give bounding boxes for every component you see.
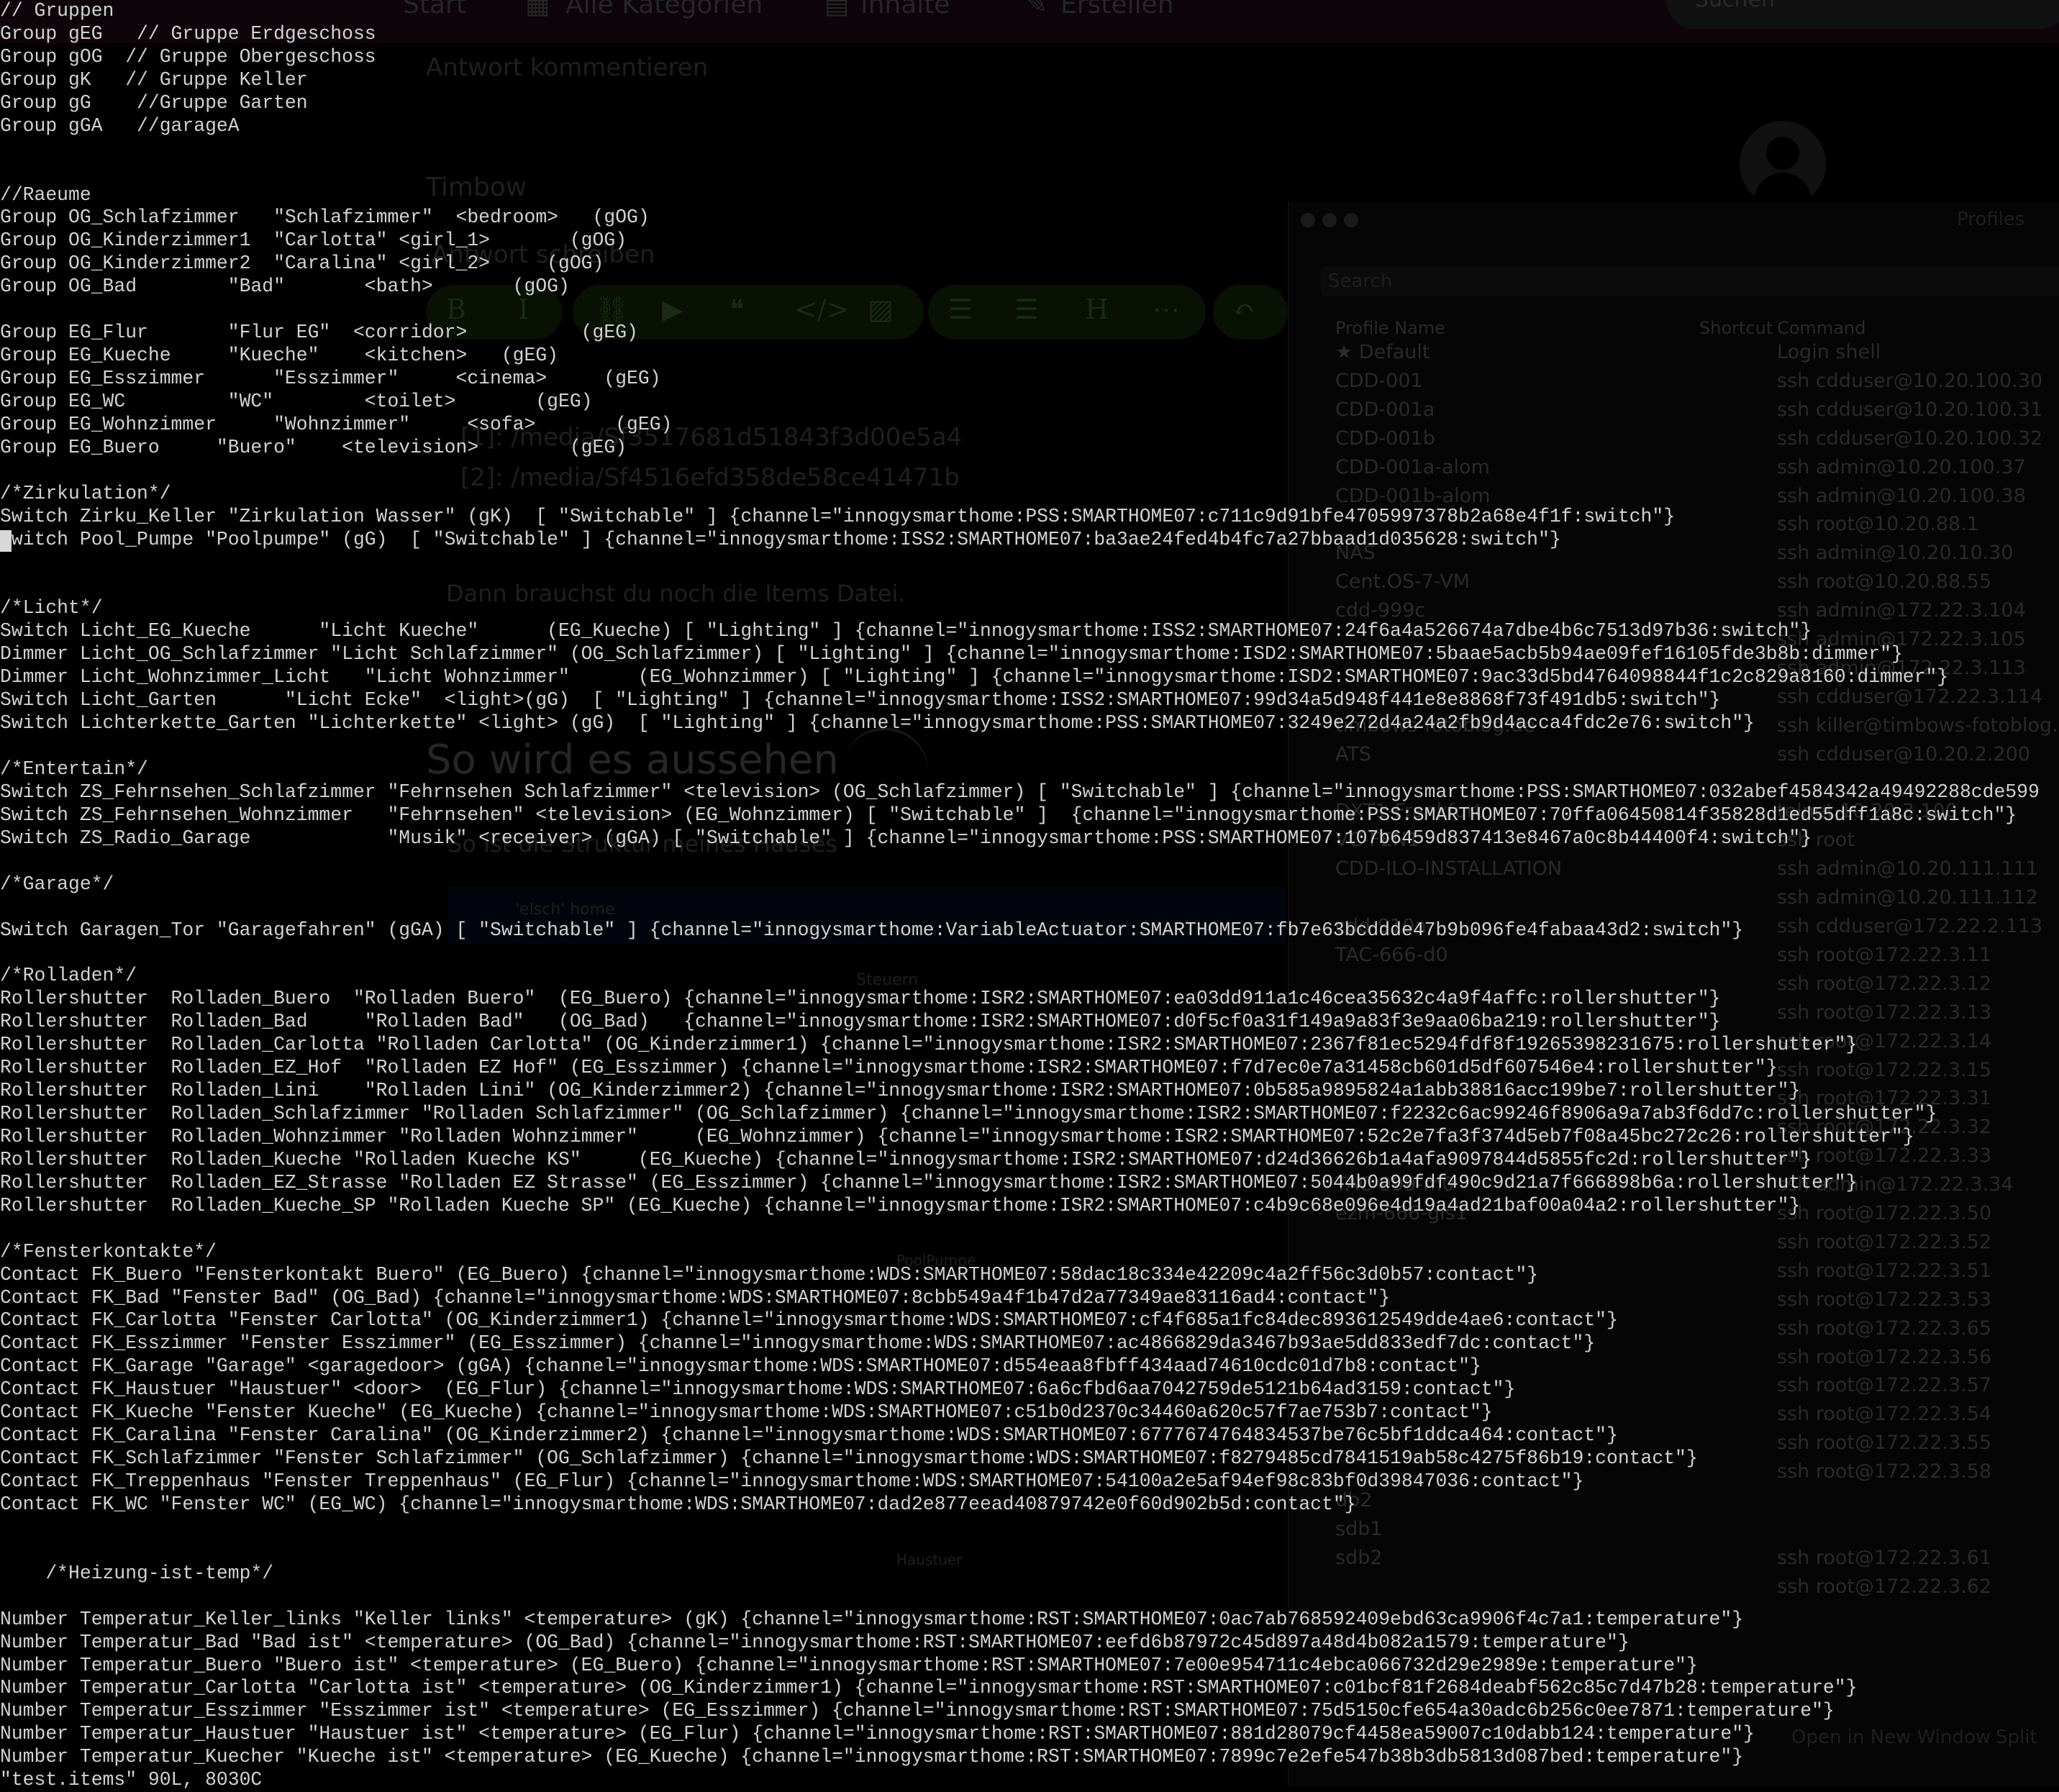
code-line: Number Temperatur_Buero "Buero ist" <tem… bbox=[0, 1654, 1698, 1676]
code-line: Contact FK_Treppenhaus "Fenster Treppenh… bbox=[0, 1470, 1584, 1492]
code-line: Group OG_Bad "Bad" <bath> (gOG) bbox=[0, 276, 570, 298]
code-line: Contact FK_Haustuer "Haustuer" <door> (E… bbox=[0, 1378, 1516, 1401]
code-line: Group gG //Gruppe Garten bbox=[0, 91, 308, 114]
code-line: Switch ZS_Radio_Garage "Musik" <receiver… bbox=[0, 827, 1812, 849]
code-line: Group OG_Schlafzimmer "Schlafzimmer" <be… bbox=[0, 206, 650, 229]
code-line: Contact FK_Carlotta "Fenster Carlotta" (… bbox=[0, 1309, 1618, 1332]
code-line: Group gGA //garageA bbox=[0, 114, 240, 137]
code-line: Number Temperatur_Bad "Bad ist" <tempera… bbox=[0, 1631, 1630, 1653]
code-line: Rollershutter Rolladen_Buero "Rolladen B… bbox=[0, 988, 1721, 1010]
code-line: Group EG_Kueche "Kueche" <kitchen> (gEG) bbox=[0, 345, 559, 367]
code-line: Switch Pool_Pumpe "Poolpumpe" (gG) [ "Sw… bbox=[0, 528, 1561, 550]
code-line: Dimmer Licht_Wohnzimmer_Licht "Licht Woh… bbox=[0, 666, 1949, 688]
code-line: // Gruppen bbox=[0, 0, 114, 22]
code-line: Group OG_Kinderzimmer1 "Carlotta" <girl_… bbox=[0, 229, 627, 252]
code-line: Group OG_Kinderzimmer2 "Caralina" <girl_… bbox=[0, 253, 604, 275]
code-line: Rollershutter Rolladen_EZ_Hof "Rolladen … bbox=[0, 1057, 1778, 1079]
code-line: /*Rolladen*/ bbox=[0, 965, 137, 987]
code-line: Number Temperatur_Kuecher "Kueche ist" <… bbox=[0, 1746, 1744, 1768]
code-line: Contact FK_Esszimmer "Fenster Esszimmer"… bbox=[0, 1332, 1596, 1355]
code-line: Rollershutter Rolladen_Bad "Rolladen Bad… bbox=[0, 1011, 1721, 1033]
code-line: Rollershutter Rolladen_Schlafzimmer "Rol… bbox=[0, 1103, 1937, 1124]
code-line: Switch Zirku_Keller "Zirkulation Wasser"… bbox=[0, 505, 1676, 527]
code-line: Rollershutter Rolladen_Kueche "Rolladen … bbox=[0, 1148, 1812, 1170]
vim-status-line: "test.items" 90L, 8030C bbox=[0, 1769, 263, 1791]
code-line: //Raeume bbox=[0, 183, 91, 206]
code-line: Rollershutter Rolladen_Wohnzimmer "Rolla… bbox=[0, 1125, 1914, 1147]
code-line: /*Licht*/ bbox=[0, 597, 103, 619]
code-line: Number Temperatur_Carlotta "Carlotta ist… bbox=[0, 1677, 1858, 1699]
code-line: Group gK // Gruppe Keller bbox=[0, 68, 308, 91]
code-line: Group EG_WC "WC" <toilet> (gEG) bbox=[0, 390, 593, 412]
code-line: Switch Garagen_Tor "Garagefahren" (gGA) … bbox=[0, 919, 1744, 941]
code-line: Switch ZS_Fehrnsehen_Wohnzimmer "Fehrnse… bbox=[0, 804, 2017, 826]
code-line: Contact FK_Schlafzimmer "Fenster Schlafz… bbox=[0, 1447, 1698, 1470]
code-line: Group gOG // Gruppe Obergeschoss bbox=[0, 45, 376, 68]
code-line: Contact FK_Buero "Fensterkontakt Buero" … bbox=[0, 1263, 1538, 1286]
code-line: Switch Lichterkette_Garten "Lichterkette… bbox=[0, 712, 1755, 734]
code-line: Group gEG // Gruppe Erdgeschoss bbox=[0, 22, 376, 45]
code-line: Group EG_Wohnzimmer "Wohnzimmer" <sofa> … bbox=[0, 413, 673, 435]
code-line: Group EG_Buero "Buero" <television> (gEG… bbox=[0, 436, 627, 458]
code-line: Number Temperatur_Esszimmer "Esszimmer i… bbox=[0, 1700, 1835, 1722]
code-line: Group EG_Flur "Flur EG" <corridor> (gEG) bbox=[0, 322, 638, 344]
code-line: Switch ZS_Fehrnsehen_Schlafzimmer "Fehrn… bbox=[0, 781, 2040, 803]
code-line: Contact FK_Caralina "Fenster Caralina" (… bbox=[0, 1424, 1618, 1447]
code-line: Dimmer Licht_OG_Schlafzimmer "Licht Schl… bbox=[0, 643, 1903, 665]
code-line: Rollershutter Rolladen_Carlotta "Rollade… bbox=[0, 1034, 1858, 1056]
code-line: Number Temperatur_Haustuer "Haustuer ist… bbox=[0, 1723, 1755, 1745]
code-line: Contact FK_WC "Fenster WC" (EG_WC) {chan… bbox=[0, 1493, 1356, 1515]
code-line: /*Zirkulation*/ bbox=[0, 482, 171, 504]
code-line: Switch Licht_Garten "Licht Ecke" <light>… bbox=[0, 689, 1721, 711]
code-line: Rollershutter Rolladen_EZ_Strasse "Rolla… bbox=[0, 1171, 1858, 1193]
code-line: Number Temperatur_Keller_links "Keller l… bbox=[0, 1608, 1744, 1630]
code-line: /*Garage*/ bbox=[0, 873, 114, 895]
code-line: /*Heizung-ist-temp*/ bbox=[0, 1562, 274, 1584]
code-line: /*Fensterkontakte*/ bbox=[0, 1240, 217, 1263]
code-line: Contact FK_Garage "Garage" <garagedoor> … bbox=[0, 1355, 1481, 1378]
code-line: Contact FK_Bad "Fenster Bad" (OG_Bad) {c… bbox=[0, 1286, 1391, 1309]
code-line: Switch Licht_EG_Kueche "Licht Kueche" (E… bbox=[0, 620, 1812, 642]
code-line: Contact FK_Kueche "Fenster Kueche" (EG_K… bbox=[0, 1401, 1493, 1424]
text-cursor bbox=[0, 530, 12, 552]
code-line: Rollershutter Rolladen_Kueche_SP "Rollad… bbox=[0, 1194, 1801, 1216]
code-line: Rollershutter Rolladen_Lini "Rolladen Li… bbox=[0, 1080, 1801, 1102]
terminal-editor[interactable]: // Gruppen Group gEG // Gruppe Erdgeschos… bbox=[0, 0, 2059, 1791]
code-line: Group EG_Esszimmer "Esszimmer" <cinema> … bbox=[0, 368, 661, 389]
code-line: /*Entertain*/ bbox=[0, 758, 148, 780]
